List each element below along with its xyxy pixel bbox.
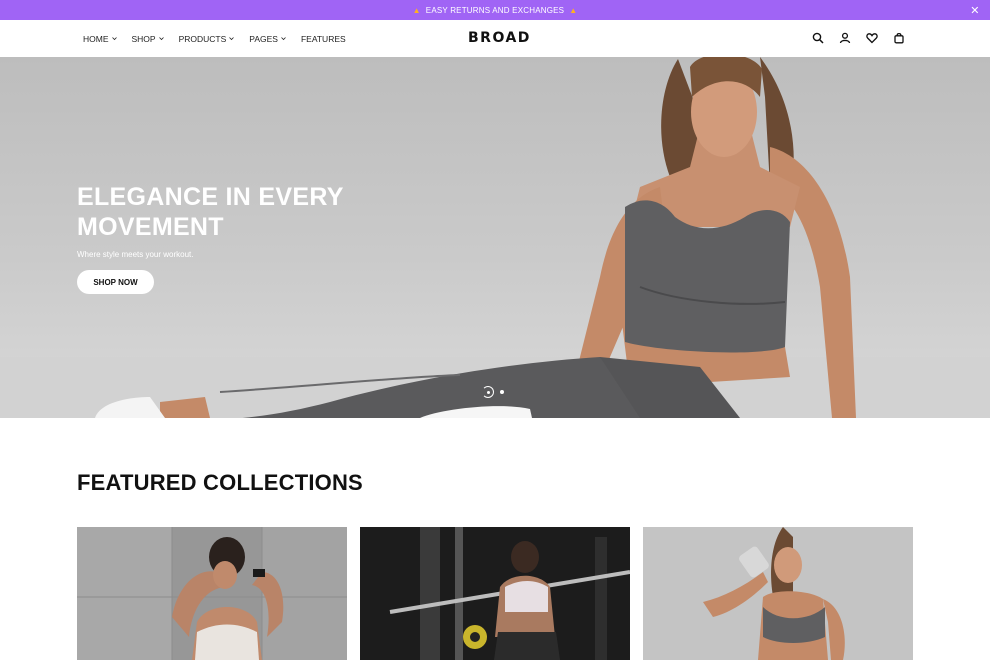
slide-dot[interactable] <box>500 390 504 394</box>
chevron-down-icon <box>158 37 164 41</box>
nav-item-label: PAGES <box>249 33 278 44</box>
fire-icon: ▲ <box>412 5 421 15</box>
nav-item-products[interactable]: PRODUCTS <box>179 34 235 44</box>
nav-item-home[interactable]: HOME <box>83 34 117 44</box>
slider-pagination <box>482 386 504 398</box>
nav-item-shop[interactable]: SHOP <box>132 34 164 44</box>
nav-item-pages[interactable]: PAGES <box>249 34 286 44</box>
nav-item-label: HOME <box>83 33 109 44</box>
cart-icon[interactable] <box>892 31 905 44</box>
brand-logo[interactable]: BROAD <box>468 30 531 46</box>
collection-image-woman-stretching <box>77 527 347 660</box>
section-title: FEATURED COLLECTIONS <box>77 470 363 495</box>
slide-dot-active[interactable] <box>482 386 494 398</box>
announcement-bar: ▲ EASY RETURNS AND EXCHANGES ▲ ✕ <box>0 0 990 20</box>
nav-item-label: FEATURES <box>300 33 346 44</box>
collection-image-woman-shaker <box>643 527 913 660</box>
chevron-down-icon <box>229 37 235 41</box>
fire-icon: ▲ <box>569 5 578 15</box>
nav-item-label: SHOP <box>131 33 156 44</box>
wishlist-icon[interactable] <box>865 31 878 44</box>
collection-card[interactable] <box>77 527 347 660</box>
hero-subtitle: Where style meets your workout. <box>77 250 194 259</box>
chevron-down-icon <box>111 37 117 41</box>
nav-item-label: PRODUCTS <box>178 33 227 44</box>
close-icon[interactable]: ✕ <box>968 3 982 17</box>
header-icons <box>811 31 905 44</box>
main-nav: HOME SHOP PRODUCTS PAGES FEATURES <box>83 20 361 57</box>
account-icon[interactable] <box>838 31 851 44</box>
shop-now-button[interactable]: SHOP NOW <box>77 270 154 294</box>
hero-banner: ELEGANCE IN EVERY MOVEMENT Where style m… <box>0 57 990 418</box>
nav-item-features[interactable]: FEATURES <box>301 34 346 44</box>
chevron-down-icon <box>281 37 286 41</box>
collection-card[interactable] <box>643 527 913 660</box>
hero-title: ELEGANCE IN EVERY MOVEMENT <box>77 183 344 241</box>
site-header: HOME SHOP PRODUCTS PAGES FEATURES BROAD <box>0 20 990 57</box>
collection-grid <box>77 527 913 660</box>
collection-card[interactable] <box>360 527 630 660</box>
collection-image-woman-barbell <box>360 527 630 660</box>
announcement-text: EASY RETURNS AND EXCHANGES <box>425 5 565 15</box>
search-icon[interactable] <box>811 31 824 44</box>
